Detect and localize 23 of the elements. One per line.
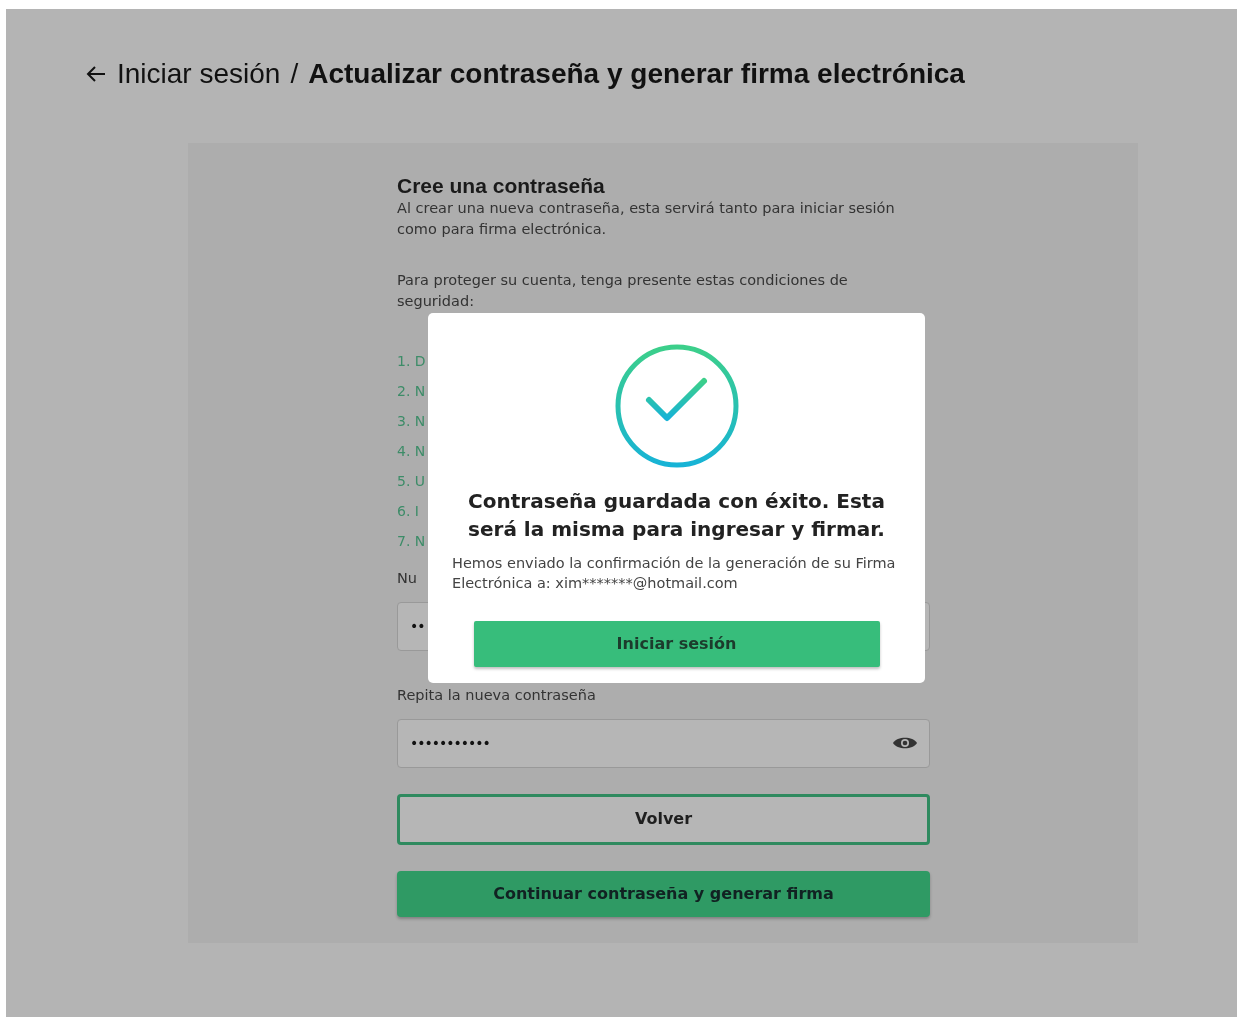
condition-item: 7. N bbox=[397, 532, 426, 552]
field-label: Nu bbox=[397, 569, 418, 589]
condition-item: 5. U bbox=[397, 472, 426, 492]
condition-item: 3. N bbox=[397, 412, 426, 432]
field-label: Repita la nueva contraseña bbox=[397, 685, 596, 705]
dialog-title: Contraseña guardada con éxito. Esta será la misma para ingresar y firmar. bbox=[467, 488, 886, 543]
breadcrumb-link[interactable]: Iniciar sesión bbox=[117, 53, 281, 95]
repeat-password-field[interactable]: ••••••••••• bbox=[397, 718, 930, 768]
condition-item: 6. I bbox=[397, 502, 419, 522]
back-arrow-icon[interactable] bbox=[85, 64, 107, 84]
condition-item: 2. N bbox=[397, 382, 426, 402]
form-description: Al crear una nueva contraseña, esta servirá tanto para iniciar sesión como para firma electrónica. bbox=[397, 199, 896, 240]
dialog-message: Hemos enviado la confirmación de la generación de su Firma Electrónica a: xim*******@hotmail.com bbox=[452, 554, 897, 593]
condition-item: 1. D bbox=[397, 352, 426, 372]
form-title: Cree una contraseña bbox=[397, 173, 606, 199]
continue-button[interactable]: Continuar contraseña y generar firma bbox=[397, 870, 930, 917]
check-circle-icon bbox=[613, 343, 740, 469]
breadcrumb-separator: / bbox=[290, 57, 299, 91]
back-button[interactable]: Volver bbox=[397, 793, 930, 845]
login-button[interactable]: Iniciar sesión bbox=[473, 621, 880, 667]
page-title: Actualizar contraseña y generar firma electrónica bbox=[308, 57, 965, 91]
condition-item: 4. N bbox=[397, 442, 426, 462]
conditions-intro: Para proteger su cuenta, tenga presente estas condiciones de seguridad: bbox=[397, 271, 849, 312]
